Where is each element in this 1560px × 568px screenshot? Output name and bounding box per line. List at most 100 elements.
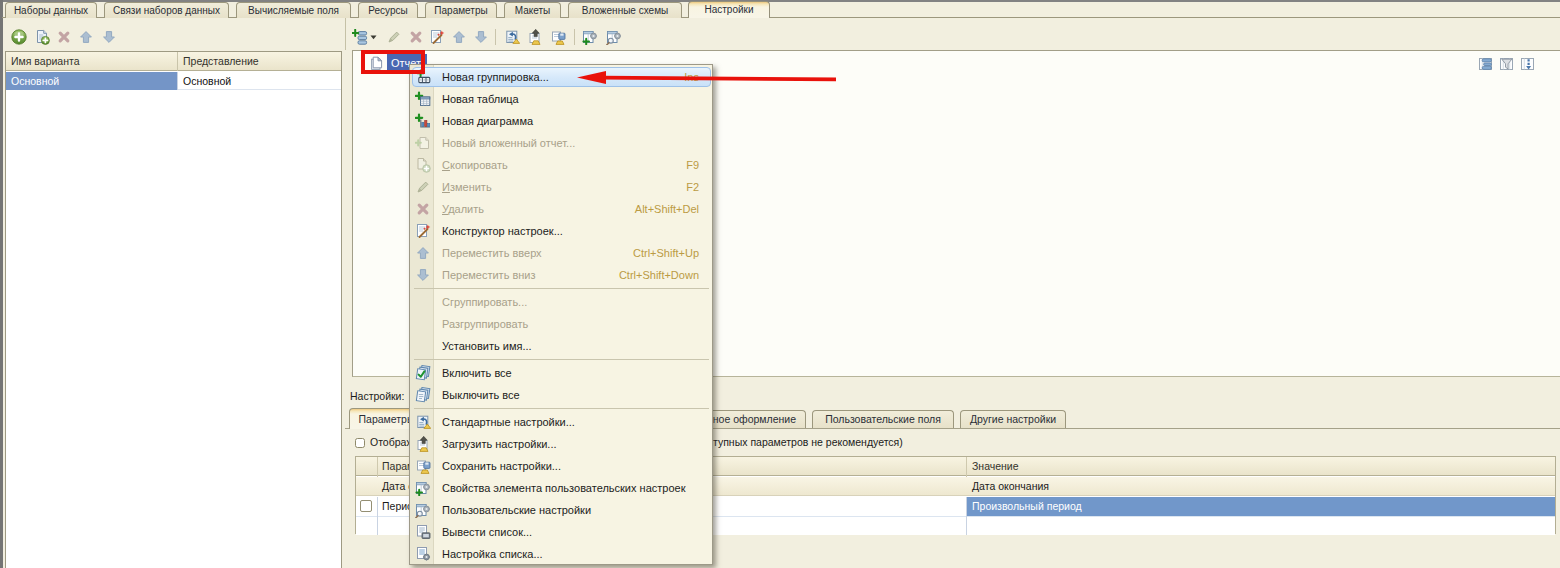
standard-settings-icon[interactable] [504, 29, 520, 45]
menu-item-label: Загрузить настройки... [442, 433, 557, 455]
tree-filter-view-icon[interactable] [1499, 56, 1515, 72]
tab-user-fields[interactable]: Пользовательские поля [812, 410, 954, 428]
variants-table-row[interactable]: Основной Основной [6, 72, 341, 90]
panel-splitter[interactable] [345, 18, 346, 50]
user-settings-icon [415, 502, 431, 518]
menu-item-label: Переместить вниз [442, 264, 536, 286]
menu-item-print-list[interactable]: Вывести список... [411, 521, 712, 543]
menu-item-standard-settings[interactable]: Стандартные настройки... [411, 411, 712, 433]
menu-item-copy[interactable]: Скопировать F9 [411, 154, 712, 176]
tab-other-settings[interactable]: Другие настройки [960, 410, 1066, 428]
menu-item-group[interactable]: Сгруппировать... [411, 291, 712, 313]
menu-item-label: Свойства элемента пользовательских настр… [442, 477, 685, 499]
add-dropdown-arrow-icon[interactable] [370, 35, 377, 40]
tab-calculated-fields[interactable]: Вычисляемые поля [236, 2, 351, 18]
new-chart-icon [415, 113, 431, 129]
menu-item-label: Стандартные настройки... [442, 411, 575, 433]
menu-item-user-settings[interactable]: Пользовательские настройки [411, 499, 712, 521]
menu-item-label: Сохранить настройки... [442, 455, 561, 477]
add-copy-icon[interactable] [34, 29, 50, 45]
delete-icon[interactable] [56, 29, 72, 45]
menu-item-label: Новая таблица [442, 88, 519, 110]
menu-item-label: Сгруппировать... [442, 291, 527, 313]
menu-item-label: Изменить [442, 176, 492, 198]
menu-item-load-settings[interactable]: Загрузить настройки... [411, 433, 712, 455]
app-window: Наборы данных Связи наборов данных Вычис… [0, 0, 1560, 568]
new-nested-report-icon [415, 135, 431, 151]
load-settings-icon[interactable] [527, 29, 543, 45]
save-settings-icon[interactable] [550, 29, 566, 45]
edit-icon[interactable] [386, 29, 402, 45]
tree-grouping-view-icon[interactable] [1478, 56, 1494, 72]
menu-item-ungroup[interactable]: Разгруппировать [411, 313, 712, 335]
save-settings-icon [415, 458, 431, 474]
tab-data-set-links[interactable]: Связи наборов данных [104, 2, 229, 18]
menu-item-shortcut: Ctrl+Shift+Down [619, 264, 699, 286]
window-frame-top [0, 0, 1560, 2]
column-header-value[interactable]: Значение [972, 457, 1019, 476]
show-unavailable-parameters-checkbox[interactable] [355, 438, 365, 448]
variant-presentation-cell[interactable]: Основной [178, 72, 341, 90]
annotation-highlight-box [361, 50, 425, 74]
menu-item-move-down[interactable]: Переместить вниз Ctrl+Shift+Down [411, 264, 712, 286]
menu-item-enable-all[interactable]: Включить все [411, 362, 712, 384]
move-down-settings-icon[interactable] [473, 29, 489, 45]
menu-item-list-settings[interactable]: Настройка списка... [411, 543, 712, 565]
grid-line [966, 497, 967, 535]
tab-resources[interactable]: Ресурсы [358, 2, 418, 18]
menu-item-disable-all[interactable]: Выключить все [411, 384, 712, 406]
menu-item-settings-constructor[interactable]: Конструктор настроек... [411, 220, 712, 242]
tab-parameters[interactable]: Параметры [425, 2, 497, 18]
menu-separator [414, 408, 709, 409]
edit-pencil-icon [415, 179, 431, 195]
column-header-presentation[interactable]: Представление [178, 52, 341, 70]
new-table-icon [415, 91, 431, 107]
menu-item-set-name[interactable]: Установить имя... [411, 335, 712, 357]
tab-layouts[interactable]: Макеты [504, 2, 561, 18]
print-list-icon [415, 524, 431, 540]
tab-data-sets[interactable]: Наборы данных [5, 2, 97, 18]
enable-all-icon [415, 365, 431, 381]
column-header-variant-name[interactable]: Имя варианта [6, 52, 177, 70]
menu-item-user-settings-item-properties[interactable]: Свойства элемента пользовательских настр… [411, 477, 712, 499]
menu-item-new-nested-report[interactable]: Новый вложенный отчет... [411, 132, 712, 154]
parameter-value-cell[interactable]: Дата окончания [972, 477, 1049, 496]
menu-item-label: Конструктор настроек... [442, 220, 563, 242]
variant-name-cell[interactable]: Основной [6, 72, 177, 90]
menu-item-new-chart[interactable]: Новая диаграмма [411, 110, 712, 132]
menu-item-shortcut: Ctrl+Shift+Up [633, 242, 699, 264]
menu-item-label: Новый вложенный отчет... [442, 132, 575, 154]
menu-item-save-settings[interactable]: Сохранить настройки... [411, 455, 712, 477]
menu-item-move-up[interactable]: Переместить вверх Ctrl+Shift+Up [411, 242, 712, 264]
move-down-icon[interactable] [101, 29, 117, 45]
add-settings-item-icon[interactable] [352, 29, 368, 45]
tab-settings[interactable]: Настройки [688, 1, 770, 18]
menu-item-label: Разгруппировать [442, 313, 528, 335]
menu-item-edit[interactable]: Изменить F2 [411, 176, 712, 198]
move-up-settings-icon[interactable] [451, 29, 467, 45]
disable-all-icon [415, 387, 431, 403]
grid-line [377, 497, 378, 535]
menu-separator [414, 288, 709, 289]
menu-item-shortcut: Alt+Shift+Del [635, 198, 699, 220]
settings-constructor-icon[interactable] [429, 29, 445, 45]
tab-nested-schemas[interactable]: Вложенные схемы [568, 2, 682, 18]
user-settings-icon[interactable] [606, 29, 622, 45]
menu-item-delete[interactable]: Удалить Alt+Shift+Del [411, 198, 712, 220]
parameter-value-cell-selected[interactable]: Произвольный период [967, 497, 1555, 516]
toolbar-separator [495, 29, 496, 45]
user-settings-item-properties-icon[interactable] [582, 29, 598, 45]
copy-icon [415, 157, 431, 173]
move-up-icon[interactable] [78, 29, 94, 45]
delete-settings-icon[interactable] [408, 29, 424, 45]
add-icon[interactable] [11, 29, 27, 45]
move-up-icon [415, 245, 431, 261]
settings-section-label: Настройки: [350, 390, 404, 402]
parameter-usage-checkbox[interactable] [360, 500, 372, 512]
menu-separator [414, 359, 709, 360]
user-settings-item-properties-icon [415, 480, 431, 496]
variants-table-header: Имя варианта Представление [6, 52, 341, 71]
column-separator [177, 72, 178, 90]
variants-table: Имя варианта Представление Основной Осно… [5, 51, 342, 568]
tree-sort-view-icon[interactable] [1520, 56, 1536, 72]
